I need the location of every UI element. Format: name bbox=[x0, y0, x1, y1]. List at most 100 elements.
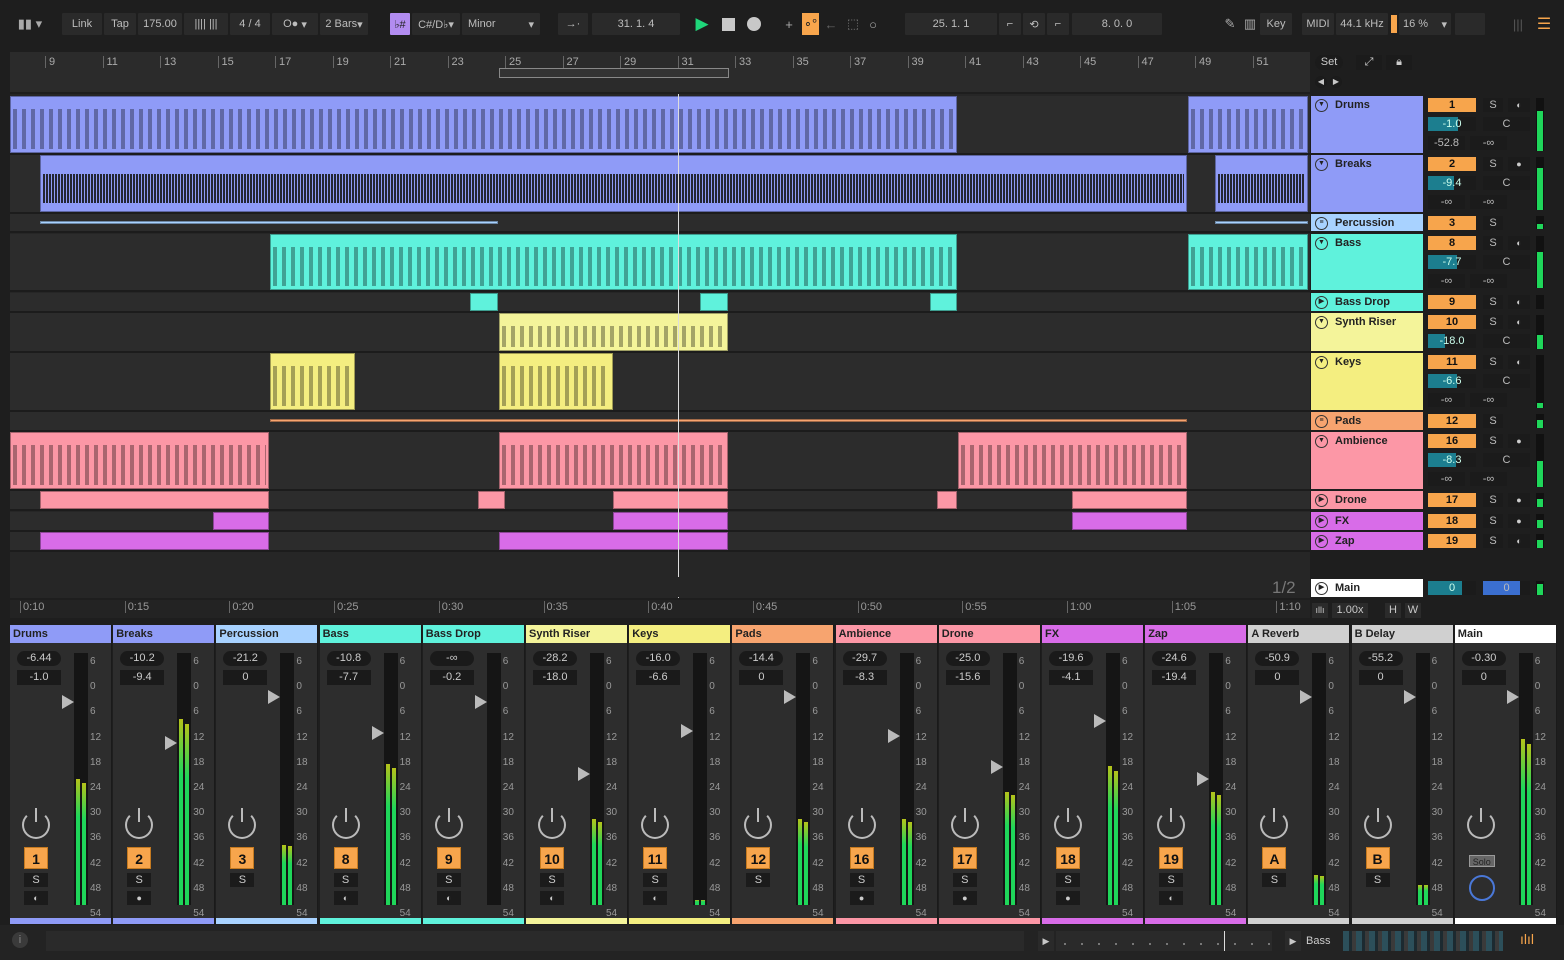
solo-button[interactable]: S bbox=[1483, 295, 1503, 309]
volume-field[interactable]: -19.4 bbox=[1152, 670, 1197, 685]
clip[interactable] bbox=[1072, 512, 1187, 530]
clip-play-icon[interactable]: ▶ bbox=[1038, 931, 1054, 951]
monitor-icon[interactable]: ◐ bbox=[333, 891, 358, 905]
tap-tempo-button[interactable]: Tap bbox=[104, 13, 136, 35]
track-activator[interactable]: 9 bbox=[436, 847, 461, 869]
track-pan[interactable]: C bbox=[1483, 117, 1530, 131]
clip[interactable] bbox=[1215, 221, 1308, 224]
track-activator[interactable]: 10 bbox=[540, 847, 564, 869]
strip-name[interactable]: Bass Drop bbox=[422, 625, 524, 643]
fold-icon[interactable]: ▼ bbox=[1315, 99, 1328, 112]
volume-field[interactable]: -1.0 bbox=[17, 670, 61, 685]
pan-knob[interactable] bbox=[125, 808, 154, 839]
volume-field[interactable]: -9.4 bbox=[120, 670, 165, 685]
pan-knob[interactable] bbox=[1363, 808, 1392, 839]
track-activator[interactable]: 2 bbox=[127, 847, 152, 869]
volume-field[interactable]: -7.7 bbox=[326, 670, 371, 685]
group-icon[interactable]: ≡ bbox=[1315, 217, 1328, 230]
main-pan[interactable]: 0 bbox=[1483, 581, 1530, 595]
track-activator[interactable]: 17 bbox=[952, 847, 977, 869]
volume-field[interactable]: 0 bbox=[223, 670, 268, 685]
loop-length-field[interactable]: 8. 0. 0 bbox=[1072, 13, 1162, 35]
track-activator[interactable]: 3 bbox=[230, 847, 255, 869]
strip-name[interactable]: Synth Riser bbox=[526, 625, 627, 643]
clip[interactable] bbox=[40, 532, 269, 550]
track-activator[interactable]: 11 bbox=[643, 847, 668, 869]
track-header-synth-riser[interactable]: ▼ Synth Riser bbox=[1311, 313, 1423, 351]
monitor-icon[interactable]: ◐ bbox=[436, 891, 461, 905]
width-button[interactable]: W bbox=[1405, 603, 1421, 618]
pan-knob[interactable] bbox=[22, 808, 50, 839]
volume-field[interactable]: -15.6 bbox=[945, 670, 990, 685]
pan-knob[interactable] bbox=[1466, 808, 1495, 839]
monitor-icon[interactable]: ◐ bbox=[1159, 891, 1184, 905]
link-button[interactable]: Link bbox=[62, 13, 102, 35]
clip[interactable] bbox=[1072, 491, 1187, 509]
pan-knob[interactable] bbox=[847, 808, 876, 839]
volume-fader-handle[interactable] bbox=[62, 695, 74, 709]
monitor-icon[interactable]: ◐ bbox=[1508, 534, 1530, 548]
monitor-icon[interactable]: ◐ bbox=[1508, 315, 1530, 329]
lock-icon[interactable]: 🔒︎ bbox=[1386, 55, 1412, 70]
solo-button[interactable]: S bbox=[1483, 157, 1503, 171]
monitor-icon[interactable]: ◐ bbox=[1508, 295, 1530, 309]
group-icon[interactable]: ≡ bbox=[1315, 415, 1328, 428]
solo-button[interactable]: S bbox=[1483, 355, 1503, 369]
track-activator[interactable]: 9 bbox=[1428, 295, 1476, 309]
cue-volume-knob[interactable] bbox=[1468, 875, 1495, 901]
capture-icon[interactable]: ⬚ bbox=[844, 13, 862, 35]
solo-button[interactable]: S bbox=[1483, 514, 1503, 528]
track-activator[interactable]: 1 bbox=[1428, 98, 1476, 112]
pan-knob[interactable] bbox=[744, 808, 773, 839]
pan-knob[interactable] bbox=[1260, 808, 1289, 839]
punch-in-button[interactable]: ⌐ bbox=[999, 13, 1021, 35]
volume-fader-handle[interactable] bbox=[474, 695, 487, 709]
track-activator[interactable]: 2 bbox=[1428, 157, 1476, 171]
arm-button[interactable]: ● bbox=[127, 891, 152, 905]
clip[interactable] bbox=[1188, 96, 1308, 153]
volume-fader-handle[interactable] bbox=[578, 767, 590, 781]
volume-fader-handle[interactable] bbox=[1506, 690, 1519, 705]
view-columns-icon[interactable]: ||| bbox=[1510, 13, 1526, 35]
solo-button[interactable]: S bbox=[1483, 434, 1503, 448]
volume-fader-handle[interactable] bbox=[784, 690, 797, 705]
volume-fader-handle[interactable] bbox=[1300, 690, 1313, 705]
strip-name[interactable]: Keys bbox=[629, 625, 731, 643]
height-button[interactable]: H bbox=[1385, 603, 1401, 618]
clip[interactable] bbox=[958, 432, 1187, 489]
track-activator[interactable]: 19 bbox=[1159, 847, 1184, 869]
strip-name[interactable]: Breaks bbox=[113, 625, 215, 643]
solo-button[interactable]: S bbox=[436, 873, 461, 887]
solo-button[interactable]: S bbox=[1483, 216, 1503, 230]
quantize-dropdown[interactable]: 2 Bars ▾ bbox=[320, 13, 368, 35]
stop-button[interactable] bbox=[718, 13, 738, 35]
solo-button[interactable]: S bbox=[746, 873, 771, 887]
track-volume[interactable]: -7.7 bbox=[1428, 255, 1476, 269]
clip-overview[interactable] bbox=[1056, 931, 1272, 951]
session-record-icon[interactable]: ○ bbox=[865, 13, 881, 35]
tempo-field[interactable]: 175.00 bbox=[138, 13, 182, 35]
send-b[interactable]: -∞ bbox=[1470, 274, 1507, 288]
clip[interactable] bbox=[270, 353, 355, 410]
arm-button[interactable]: ● bbox=[1056, 891, 1080, 905]
pan-knob[interactable] bbox=[950, 808, 979, 839]
clip[interactable] bbox=[470, 293, 498, 311]
arm-button[interactable]: ● bbox=[1508, 514, 1530, 528]
solo-button[interactable]: S bbox=[1262, 873, 1287, 887]
track-activator[interactable]: 16 bbox=[1428, 434, 1476, 448]
solo-button[interactable]: S bbox=[1483, 236, 1503, 250]
track-activator[interactable]: A bbox=[1262, 847, 1287, 869]
pan-knob[interactable] bbox=[434, 808, 463, 839]
loop-button[interactable]: ⟲ bbox=[1023, 13, 1045, 35]
pan-knob[interactable] bbox=[641, 808, 670, 839]
fold-icon[interactable]: ▼ bbox=[1315, 316, 1328, 329]
clip[interactable] bbox=[270, 419, 1187, 422]
clip[interactable] bbox=[930, 293, 957, 311]
clip[interactable] bbox=[10, 432, 269, 489]
track-header-drums[interactable]: ▼ Drums bbox=[1311, 96, 1423, 153]
fold-icon[interactable]: ▼ bbox=[1315, 158, 1328, 171]
expand-icon[interactable]: ⤢ bbox=[1356, 55, 1382, 70]
pan-knob[interactable] bbox=[228, 808, 257, 839]
solo-button[interactable]: S bbox=[1483, 414, 1503, 428]
track-header-fx[interactable]: ▶ FX bbox=[1311, 512, 1423, 530]
